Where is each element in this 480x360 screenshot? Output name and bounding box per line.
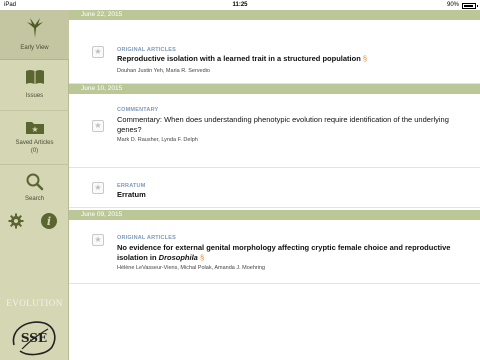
sidebar: Early View Issues ★ Saved Articles (0) S… bbox=[0, 10, 69, 360]
article-title-text: Erratum bbox=[117, 190, 146, 199]
article-title-italic: Drosophila bbox=[158, 252, 198, 262]
sidebar-divider bbox=[0, 164, 69, 165]
open-access-icon: § bbox=[199, 252, 205, 262]
article-category: ERRATUM bbox=[117, 183, 146, 189]
article-category: ORIGINAL ARTICLES bbox=[117, 235, 177, 241]
star-icon[interactable]: ★ bbox=[92, 120, 104, 132]
article-title-text: Commentary: When does understanding phen… bbox=[117, 115, 449, 134]
battery-fill bbox=[464, 5, 473, 7]
battery-percent: 90% bbox=[446, 2, 459, 8]
status-bar: iPad 11:25 90% bbox=[0, 0, 480, 10]
svg-text:i: i bbox=[47, 215, 51, 228]
article-row[interactable]: ★ ERRATUM Erratum bbox=[69, 168, 480, 208]
saved-folder-icon: ★ bbox=[25, 122, 44, 134]
info-icon[interactable]: i bbox=[40, 212, 58, 230]
sidebar-item-label: Saved Articles (0) bbox=[15, 140, 54, 154]
article-title[interactable]: Erratum bbox=[117, 190, 462, 200]
sidebar-item-label: Early View bbox=[20, 45, 49, 51]
article-authors: Douhan Justin Yeh, Maria R. Servedio bbox=[117, 68, 210, 74]
sidebar-item-early-view[interactable]: Early View bbox=[0, 10, 69, 60]
sidebar-item-search[interactable]: Search bbox=[0, 166, 69, 212]
article-title-text: Reproductive isolation with a learned tr… bbox=[117, 54, 361, 63]
date-header: June 09, 2015 bbox=[69, 210, 480, 220]
article-row[interactable]: ★ ORIGINAL ARTICLES No evidence for exte… bbox=[69, 220, 480, 284]
star-icon[interactable]: ★ bbox=[92, 46, 104, 58]
sidebar-item-label: Search bbox=[24, 196, 44, 202]
article-title[interactable]: Reproductive isolation with a learned tr… bbox=[117, 54, 462, 64]
article-row[interactable]: ★ COMMENTARY Commentary: When does under… bbox=[69, 94, 480, 168]
star-icon[interactable]: ★ bbox=[92, 234, 104, 246]
article-row[interactable]: ★ ORIGINAL ARTICLES Reproductive isolati… bbox=[69, 20, 480, 84]
article-category: ORIGINAL ARTICLES bbox=[117, 47, 177, 53]
open-access-icon: § bbox=[362, 54, 368, 63]
sidebar-item-saved-articles[interactable]: ★ Saved Articles (0) bbox=[0, 112, 69, 162]
sidebar-item-label: Issues bbox=[25, 93, 44, 99]
article-feed: June 22, 2015 ★ ORIGINAL ARTICLES Reprod… bbox=[69, 10, 480, 360]
article-authors: Hélène LeVasseur-Viens, Michal Polak, Am… bbox=[117, 265, 266, 271]
magnifier-icon bbox=[26, 173, 43, 191]
sidebar-divider bbox=[0, 110, 69, 111]
date-header: June 22, 2015 bbox=[69, 10, 480, 20]
sidebar-item-issues[interactable]: Issues bbox=[0, 62, 69, 108]
battery-area: 90% bbox=[446, 0, 478, 10]
date-header: June 10, 2015 bbox=[69, 84, 480, 94]
svg-text:SSE: SSE bbox=[21, 331, 47, 345]
article-title[interactable]: No evidence for external genital morphol… bbox=[117, 243, 462, 262]
book-icon bbox=[25, 70, 44, 84]
svg-text:★: ★ bbox=[31, 125, 38, 134]
article-title[interactable]: Commentary: When does understanding phen… bbox=[117, 115, 462, 134]
star-icon[interactable]: ★ bbox=[92, 182, 104, 194]
article-authors: Mark D. Rausher, Lynda F. Delph bbox=[117, 137, 198, 143]
article-category: COMMENTARY bbox=[117, 107, 159, 113]
society-logo: SSE bbox=[12, 321, 56, 356]
battery-icon bbox=[462, 3, 478, 9]
journal-title: EVOLUTION bbox=[6, 298, 63, 308]
clock: 11:25 bbox=[232, 2, 248, 8]
early-view-icon bbox=[26, 18, 43, 38]
gear-icon[interactable] bbox=[8, 213, 24, 229]
